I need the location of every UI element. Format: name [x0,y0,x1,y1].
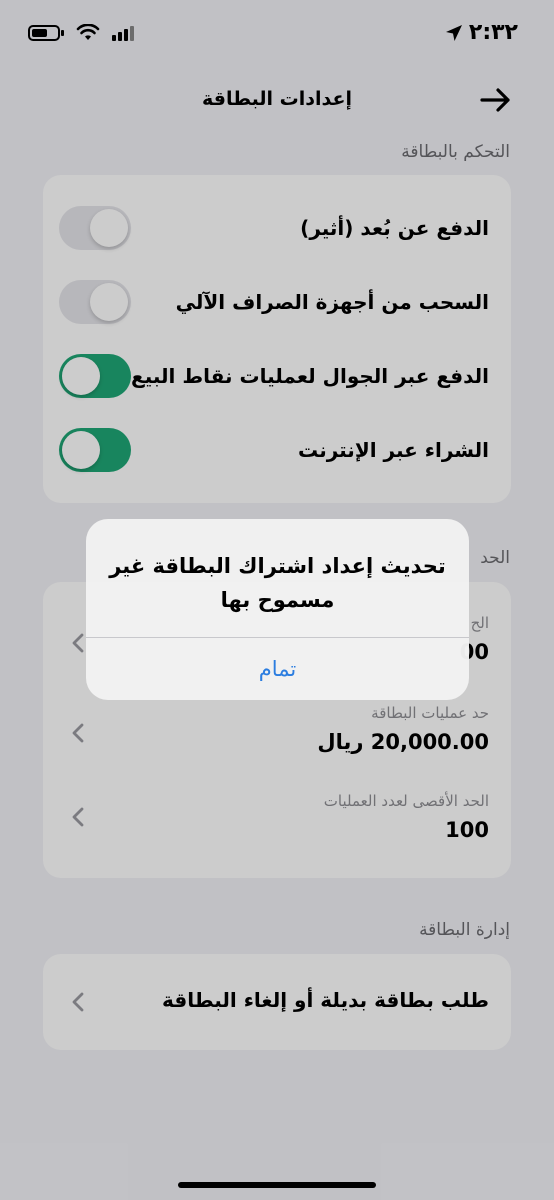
alert-dialog: تحديث إعداد اشتراك البطاقة غير مسموح بها… [86,519,469,700]
home-indicator[interactable] [178,1182,376,1188]
alert-title: تحديث إعداد اشتراك البطاقة غير مسموح بها [109,554,446,612]
alert-ok-button[interactable]: تمام [86,638,469,700]
